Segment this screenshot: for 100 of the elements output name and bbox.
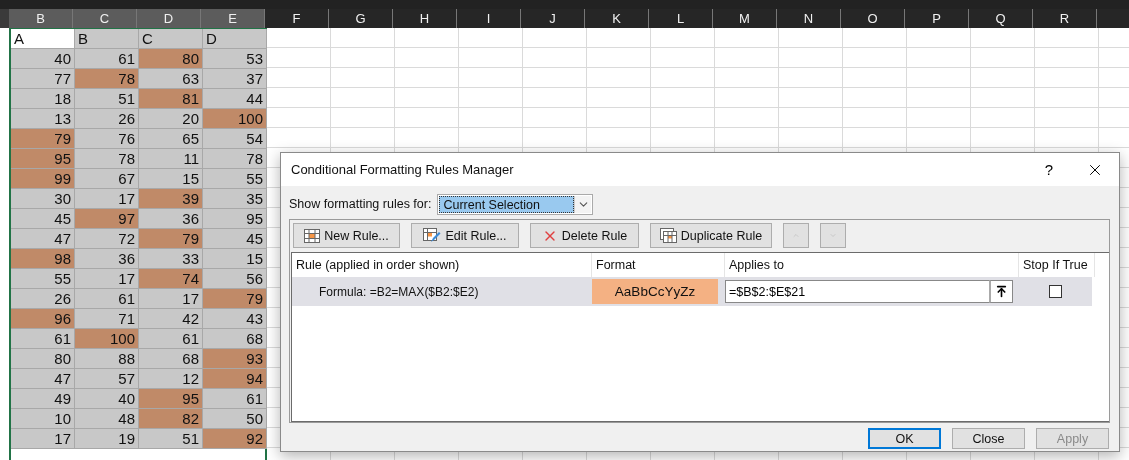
table-cell: 40	[11, 49, 75, 69]
table-cell: 72	[75, 229, 139, 249]
table-cell: 79	[203, 289, 267, 309]
table-cell: 78	[75, 69, 139, 89]
stop-if-true-checkbox[interactable]	[1049, 285, 1062, 298]
table-cell: 44	[203, 89, 267, 109]
applies-to-field[interactable]: =$B$2:$E$21	[725, 280, 989, 303]
toolbar-button[interactable]: New Rule...	[293, 223, 400, 248]
table-cell: C	[139, 29, 203, 49]
table-pencil-icon	[423, 228, 442, 243]
column-header[interactable]: B	[9, 9, 73, 28]
table-cell: 45	[203, 229, 267, 249]
rule-text: Formula: =B2=MAX($B2:$E2)	[318, 284, 480, 299]
table-cell: 33	[139, 249, 203, 269]
table-cell: 37	[203, 69, 267, 89]
table-cell: 45	[11, 209, 75, 229]
table-cell: 95	[11, 149, 75, 169]
table-cell: 43	[203, 309, 267, 329]
table-cell: 94	[203, 369, 267, 389]
table-cell: 96	[11, 309, 75, 329]
table-cell: 61	[75, 49, 139, 69]
table-cell: 92	[203, 429, 267, 449]
scope-dropdown[interactable]: Current Selection	[437, 193, 594, 215]
rule-row[interactable]: Formula: =B2=MAX($B2:$E2) AaBbCcYyZz =$B$2:$E$21	[292, 277, 1092, 306]
toolbar-button[interactable]: Delete Rule	[530, 223, 639, 248]
table-cell: 63	[139, 69, 203, 89]
toolbar-button[interactable]: Duplicate Rule	[650, 223, 772, 248]
table-cell: 99	[11, 169, 75, 189]
table-cell: 88	[75, 349, 139, 369]
table-cell: B	[75, 29, 139, 49]
table-cell: 49	[11, 389, 75, 409]
table-cell: 51	[75, 89, 139, 109]
table-cell: 47	[11, 229, 75, 249]
table-cell: 80	[11, 349, 75, 369]
dialog-title: Conditional Formatting Rules Manager	[291, 162, 515, 177]
table-cell: 47	[11, 369, 75, 389]
table-cell: 11	[139, 149, 203, 169]
dialog-button[interactable]: Close	[952, 428, 1025, 449]
table-cell: 100	[203, 109, 267, 129]
column-header[interactable]: C	[73, 9, 137, 28]
table-cell: 78	[203, 149, 267, 169]
table-cell: 26	[75, 109, 139, 129]
table-cell: 39	[139, 189, 203, 209]
table-cell: 20	[139, 109, 203, 129]
table-cell: 81	[139, 89, 203, 109]
table-cell: 50	[203, 409, 267, 429]
table-cell: 12	[139, 369, 203, 389]
table-cell: 36	[139, 209, 203, 229]
column-header[interactable]: D	[137, 9, 201, 28]
table-cell: 74	[139, 269, 203, 289]
select-all-corner[interactable]	[0, 9, 9, 28]
table-cell: 17	[11, 429, 75, 449]
table-cell: 79	[139, 229, 203, 249]
table-cell: 98	[11, 249, 75, 269]
table-cell: 19	[75, 429, 139, 449]
arrow-up-icon	[995, 285, 1008, 298]
table-cell: 42	[139, 309, 203, 329]
table-cell: 95	[139, 389, 203, 409]
table-cell: 17	[75, 189, 139, 209]
dialog-button[interactable]: OK	[868, 428, 941, 449]
table-cell: 76	[75, 129, 139, 149]
table-cell: 95	[203, 209, 267, 229]
table-cell: 54	[203, 129, 267, 149]
table-cell: 61	[11, 329, 75, 349]
table-cell: 71	[75, 309, 139, 329]
table-cell: 68	[139, 349, 203, 369]
table-cell: 55	[11, 269, 75, 289]
duplicate-table-icon	[659, 228, 677, 243]
column-header[interactable]: E	[201, 9, 265, 28]
toolbar-button[interactable]: Edit Rule...	[411, 223, 519, 248]
table-icon	[304, 228, 321, 243]
table-cell: 68	[203, 329, 267, 349]
field-label: Show formatting rules for:	[289, 197, 432, 211]
table-cell: 80	[139, 49, 203, 69]
table-cell: 48	[75, 409, 139, 429]
table-cell: 26	[11, 289, 75, 309]
table-cell: D	[203, 29, 267, 49]
table-cell: 17	[75, 269, 139, 289]
table-cell: 57	[75, 369, 139, 389]
table-cell: 97	[75, 209, 139, 229]
table-cell: A	[11, 29, 75, 49]
table-cell: 15	[203, 249, 267, 269]
table-cell: 77	[11, 69, 75, 89]
table-cell: 61	[139, 329, 203, 349]
table-cell: 65	[139, 129, 203, 149]
table-cell: 82	[139, 409, 203, 429]
table-cell: 36	[75, 249, 139, 269]
collapse-button[interactable]	[989, 280, 1013, 303]
table-cell: 18	[11, 89, 75, 109]
table-cell: 17	[139, 289, 203, 309]
table-cell: 30	[11, 189, 75, 209]
help-button[interactable]: ?	[1027, 153, 1071, 186]
table-cell: 61	[203, 389, 267, 409]
format-preview: AaBbCcYyZz	[592, 279, 718, 304]
table-cell: 100	[75, 329, 139, 349]
table-cell: 55	[203, 169, 267, 189]
table-cell: 10	[11, 409, 75, 429]
table-cell: 61	[75, 289, 139, 309]
table-cell: 53	[203, 49, 267, 69]
table-cell: 67	[75, 169, 139, 189]
